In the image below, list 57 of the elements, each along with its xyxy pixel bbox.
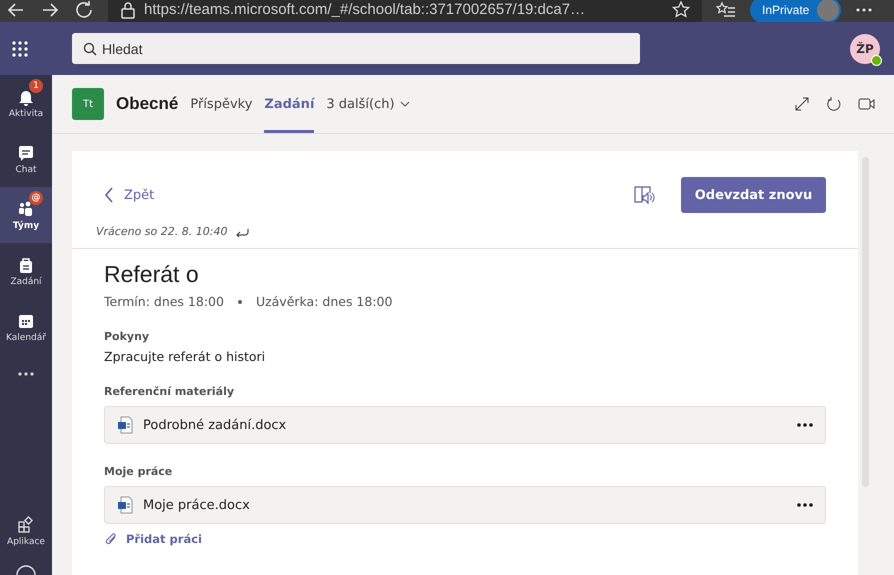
back-link[interactable]: Zpět xyxy=(104,187,154,203)
due-date: Termín: dnes 18:00 xyxy=(104,294,224,309)
rail-item[interactable]: 1 Aktivita xyxy=(0,75,52,131)
backpack-icon xyxy=(17,256,35,274)
section-label: Moje práce xyxy=(104,465,174,478)
file-item[interactable]: Moje práce.docx xyxy=(104,486,826,524)
expand-icon[interactable] xyxy=(794,96,810,112)
rail-item[interactable]: Chat xyxy=(0,131,52,187)
word-document-icon xyxy=(117,416,133,434)
submit-again-button[interactable]: Odevzdat znovu xyxy=(681,177,826,213)
file-item[interactable]: Podrobné zadání.docx xyxy=(104,406,826,444)
app-launcher-icon[interactable] xyxy=(12,40,28,56)
address-bar[interactable]: https://teams.microsoft.com/_#/school/tab::3717002657/19:dca7… xyxy=(108,0,702,24)
rail-item[interactable]: Kalendář xyxy=(0,299,52,355)
chat-bubble-icon xyxy=(17,144,35,162)
instructions-text: Zpracujte referát o histori xyxy=(104,349,266,364)
chevron-down-icon xyxy=(400,101,410,107)
add-work-link[interactable]: Přidat práci xyxy=(104,532,826,546)
more-icon[interactable] xyxy=(855,6,874,12)
apps-icon xyxy=(17,516,35,534)
more-options-icon[interactable] xyxy=(797,423,813,427)
refresh-icon[interactable] xyxy=(74,0,94,20)
chevron-left-icon xyxy=(104,187,114,203)
section-label: Pokyny xyxy=(104,330,150,343)
channel-tab[interactable]: 3 další(ch) xyxy=(326,75,410,133)
rail-item[interactable]: Aplikace xyxy=(0,503,52,559)
more-options-icon[interactable] xyxy=(797,503,813,507)
channel-name: Obecné xyxy=(116,94,178,114)
url-text: https://teams.microsoft.com/_#/school/tab::3717002657/19:dca7… xyxy=(144,1,586,18)
close-date: Uzávěrka: dnes 18:00 xyxy=(256,294,392,309)
immersive-reader-icon[interactable] xyxy=(633,184,655,206)
paperclip-icon xyxy=(104,532,118,546)
assignment-title: Referát o xyxy=(104,261,200,288)
user-avatar[interactable]: ŽP xyxy=(850,34,880,64)
video-camera-icon[interactable] xyxy=(858,96,876,112)
team-avatar: Tt xyxy=(72,88,104,120)
notification-badge: 1 xyxy=(29,79,43,93)
lock-icon xyxy=(120,0,136,18)
star-icon[interactable] xyxy=(672,0,690,18)
return-arrow-icon xyxy=(235,226,250,236)
channel-tab[interactable]: Zadání xyxy=(264,75,314,133)
search-field[interactable]: Hledat xyxy=(72,33,640,64)
favorites-icon[interactable] xyxy=(716,0,736,18)
search-icon xyxy=(83,42,97,56)
inprivate-button[interactable]: InPrivate xyxy=(750,0,842,22)
bullet-icon xyxy=(238,300,242,304)
notification-badge: @ xyxy=(29,191,43,205)
section-label: Referenční materiály xyxy=(104,385,236,398)
refresh-icon[interactable] xyxy=(826,96,842,112)
help-icon[interactable] xyxy=(16,565,36,575)
channel-tab[interactable]: Příspěvky xyxy=(190,75,252,133)
word-document-icon xyxy=(117,496,133,514)
rail-item[interactable]: @ Týmy xyxy=(0,187,52,243)
more-icon xyxy=(18,372,34,376)
status-dot-icon xyxy=(871,54,882,66)
rail-item[interactable]: Zadání xyxy=(0,243,52,299)
returned-date: Vráceno so 22. 8. 10:40 xyxy=(96,225,228,238)
